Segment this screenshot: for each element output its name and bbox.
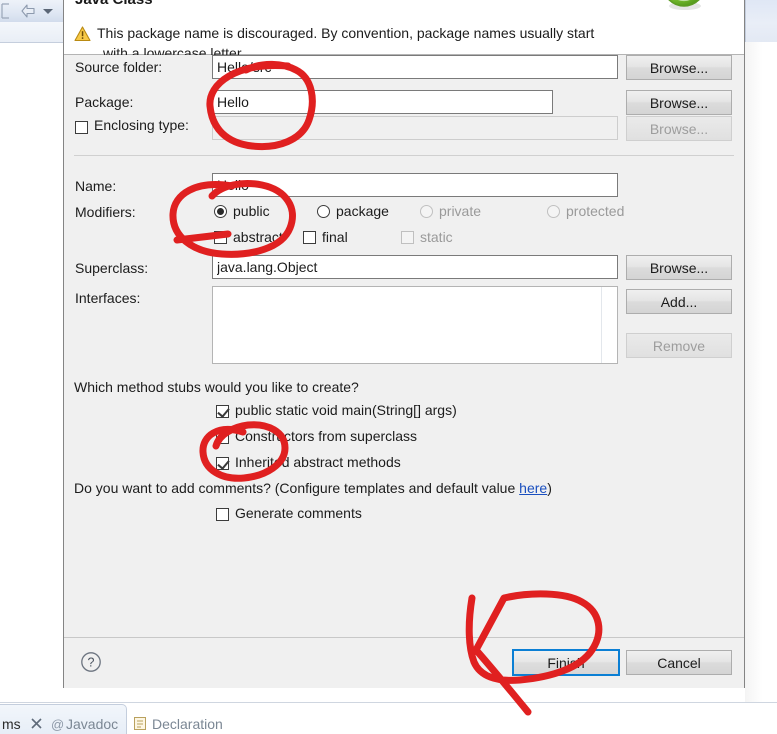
- toolbar-edge-icon: [1, 3, 11, 19]
- modifier-checkbox-static: [401, 231, 414, 244]
- warning-triangle-icon: [74, 26, 91, 42]
- enclosing-type-browse-button: Browse...: [626, 116, 732, 141]
- modifier-radio-protected: [547, 205, 560, 218]
- modifier-checkbox-final[interactable]: [303, 231, 316, 244]
- modifier-radio-protected-label: protected: [566, 203, 625, 219]
- stub-checkbox-main-method-label: public static void main(String[] args): [235, 402, 457, 418]
- warning-line-1: This package name is discouraged. By con…: [97, 25, 595, 41]
- interfaces-add-button[interactable]: Add...: [626, 289, 732, 314]
- configure-templates-link[interactable]: here: [519, 480, 547, 496]
- comments-question-prefix: Do you want to add comments? (Configure …: [74, 480, 520, 496]
- source-folder-input[interactable]: [212, 55, 618, 79]
- interfaces-label: Interfaces:: [75, 290, 141, 306]
- modifier-checkbox-static-label: static: [420, 229, 453, 245]
- close-x-icon[interactable]: [30, 717, 43, 730]
- dialog-footer: ? Finish Cancel: [64, 637, 744, 688]
- generate-comments-checkbox[interactable]: [216, 508, 229, 521]
- package-input[interactable]: [212, 90, 553, 114]
- modifier-radio-public-label: public: [233, 203, 270, 219]
- package-browse-button[interactable]: Browse...: [626, 90, 732, 115]
- dialog-body: Source folder: Browse... Package: Browse…: [64, 55, 744, 637]
- modifier-radio-package-label: package: [336, 203, 389, 219]
- modifier-radio-private-label: private: [439, 203, 482, 219]
- modifier-checkbox-abstract[interactable]: [214, 231, 227, 244]
- ide-right-panel-top: [745, 0, 777, 42]
- stub-checkbox-constructors-label: Constructors from superclass: [235, 428, 418, 444]
- svg-text:?: ?: [88, 656, 95, 670]
- enclosing-type-input: [212, 116, 618, 140]
- modifier-checkbox-abstract-label: abstract: [233, 229, 283, 245]
- interfaces-remove-button: Remove: [626, 333, 732, 358]
- modifier-radio-public[interactable]: [214, 205, 227, 218]
- superclass-input[interactable]: [212, 255, 618, 279]
- page-title: Java Class: [75, 0, 153, 8]
- enclosing-type-label: Enclosing type:: [94, 117, 189, 133]
- modifier-radio-private: [420, 205, 433, 218]
- class-name-label: Name:: [75, 178, 117, 194]
- enclosing-type-checkbox[interactable]: [75, 121, 88, 134]
- superclass-browse-button[interactable]: Browse...: [626, 255, 732, 280]
- bottom-tab-problems-label: ms: [2, 716, 21, 732]
- at-sign-icon: @: [51, 717, 65, 732]
- generate-comments-label: Generate comments: [235, 505, 362, 521]
- package-label: Package:: [75, 94, 134, 110]
- class-name-input[interactable]: [212, 173, 618, 197]
- interfaces-scrollbar[interactable]: [601, 287, 617, 363]
- source-folder-label: Source folder:: [75, 59, 163, 75]
- back-arrow-icon[interactable]: [20, 3, 36, 19]
- chevron-down-icon[interactable]: [42, 6, 54, 16]
- ide-right-panel: [745, 42, 777, 733]
- new-java-class-dialog: Java Class This package name is discoura…: [63, 0, 745, 688]
- interfaces-listbox[interactable]: [212, 286, 618, 364]
- question-mark-help-icon[interactable]: ?: [80, 651, 102, 673]
- method-stubs-question: Which method stubs would you like to cre…: [74, 379, 359, 395]
- java-class-green-c-icon: [658, 0, 712, 15]
- dialog-header: Java Class This package name is discoura…: [64, 0, 744, 61]
- stub-checkbox-inherited-abstract[interactable]: [216, 457, 229, 470]
- cancel-button[interactable]: Cancel: [626, 650, 732, 675]
- superclass-label: Superclass:: [75, 260, 149, 276]
- stub-checkbox-constructors[interactable]: [216, 431, 229, 444]
- source-folder-browse-button[interactable]: Browse...: [626, 55, 732, 80]
- stub-checkbox-inherited-abstract-label: Inherited abstract methods: [235, 454, 401, 470]
- section-divider-1: [74, 155, 734, 156]
- declaration-icon: [133, 716, 147, 731]
- modifier-radio-package[interactable]: [317, 205, 330, 218]
- bottom-tab-javadoc-label[interactable]: Javadoc: [66, 716, 118, 732]
- stub-checkbox-main-method[interactable]: [216, 405, 229, 418]
- comments-question: Do you want to add comments? (Configure …: [74, 480, 552, 496]
- modifier-checkbox-final-label: final: [322, 229, 348, 245]
- modifiers-label: Modifiers:: [75, 204, 136, 220]
- finish-button[interactable]: Finish: [512, 649, 620, 676]
- comments-question-suffix: ): [547, 480, 552, 496]
- bottom-tab-declaration-label[interactable]: Declaration: [152, 716, 223, 732]
